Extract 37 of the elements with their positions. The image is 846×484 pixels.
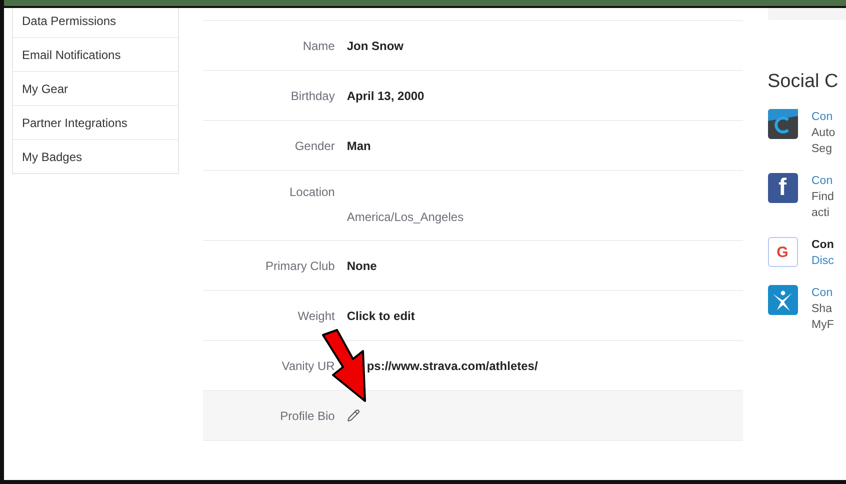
connect-link[interactable]: Con [812, 109, 836, 125]
facebook-logo-icon: f [768, 173, 798, 203]
app-logo-icon [768, 109, 798, 139]
connect-link[interactable]: Disc [812, 253, 834, 269]
menu-item[interactable]: My Badges [13, 139, 178, 173]
menu-item[interactable]: My Gear [13, 71, 178, 105]
description-text: MyF [812, 318, 834, 333]
menu-item[interactable]: Data Permissions [13, 8, 178, 37]
description-text: Sha [812, 302, 833, 317]
menu-item[interactable]: Partner Integrations [13, 105, 178, 139]
field-label: Name [302, 38, 335, 52]
description-text: Auto [812, 126, 836, 141]
menu-item[interactable]: Email Notifications [13, 37, 178, 71]
field-value: ps://www.strava.com/athletes/ [366, 358, 538, 372]
field-label: Profile Bio [280, 408, 335, 422]
description-text: acti [812, 206, 830, 221]
field-label: Birthday [290, 88, 335, 102]
field-label: Gender [294, 138, 335, 152]
field-value: April 13, 2000 [346, 88, 424, 102]
description-text: Con [812, 238, 834, 253]
description-text: Seg [812, 142, 833, 157]
field-label: Location [289, 185, 335, 199]
field-value: Jon Snow [346, 38, 404, 52]
connect-link[interactable]: Con [812, 285, 834, 301]
field-value: America/Los_Angeles [346, 210, 464, 224]
connect-link[interactable]: Con [812, 173, 834, 189]
figure-logo-icon [768, 285, 798, 315]
field-value: Man [346, 138, 371, 152]
google-logo-icon: G [768, 237, 798, 267]
section-title: Social C [768, 71, 840, 93]
field-value: Click to edit [346, 308, 415, 322]
field-label: Weight [298, 308, 335, 322]
field-label: Primary Club [265, 258, 335, 272]
field-value: None [346, 258, 377, 272]
description-text: Find [812, 190, 834, 205]
field-label: Vanity UR [282, 358, 335, 372]
pencil-icon[interactable] [346, 409, 360, 422]
